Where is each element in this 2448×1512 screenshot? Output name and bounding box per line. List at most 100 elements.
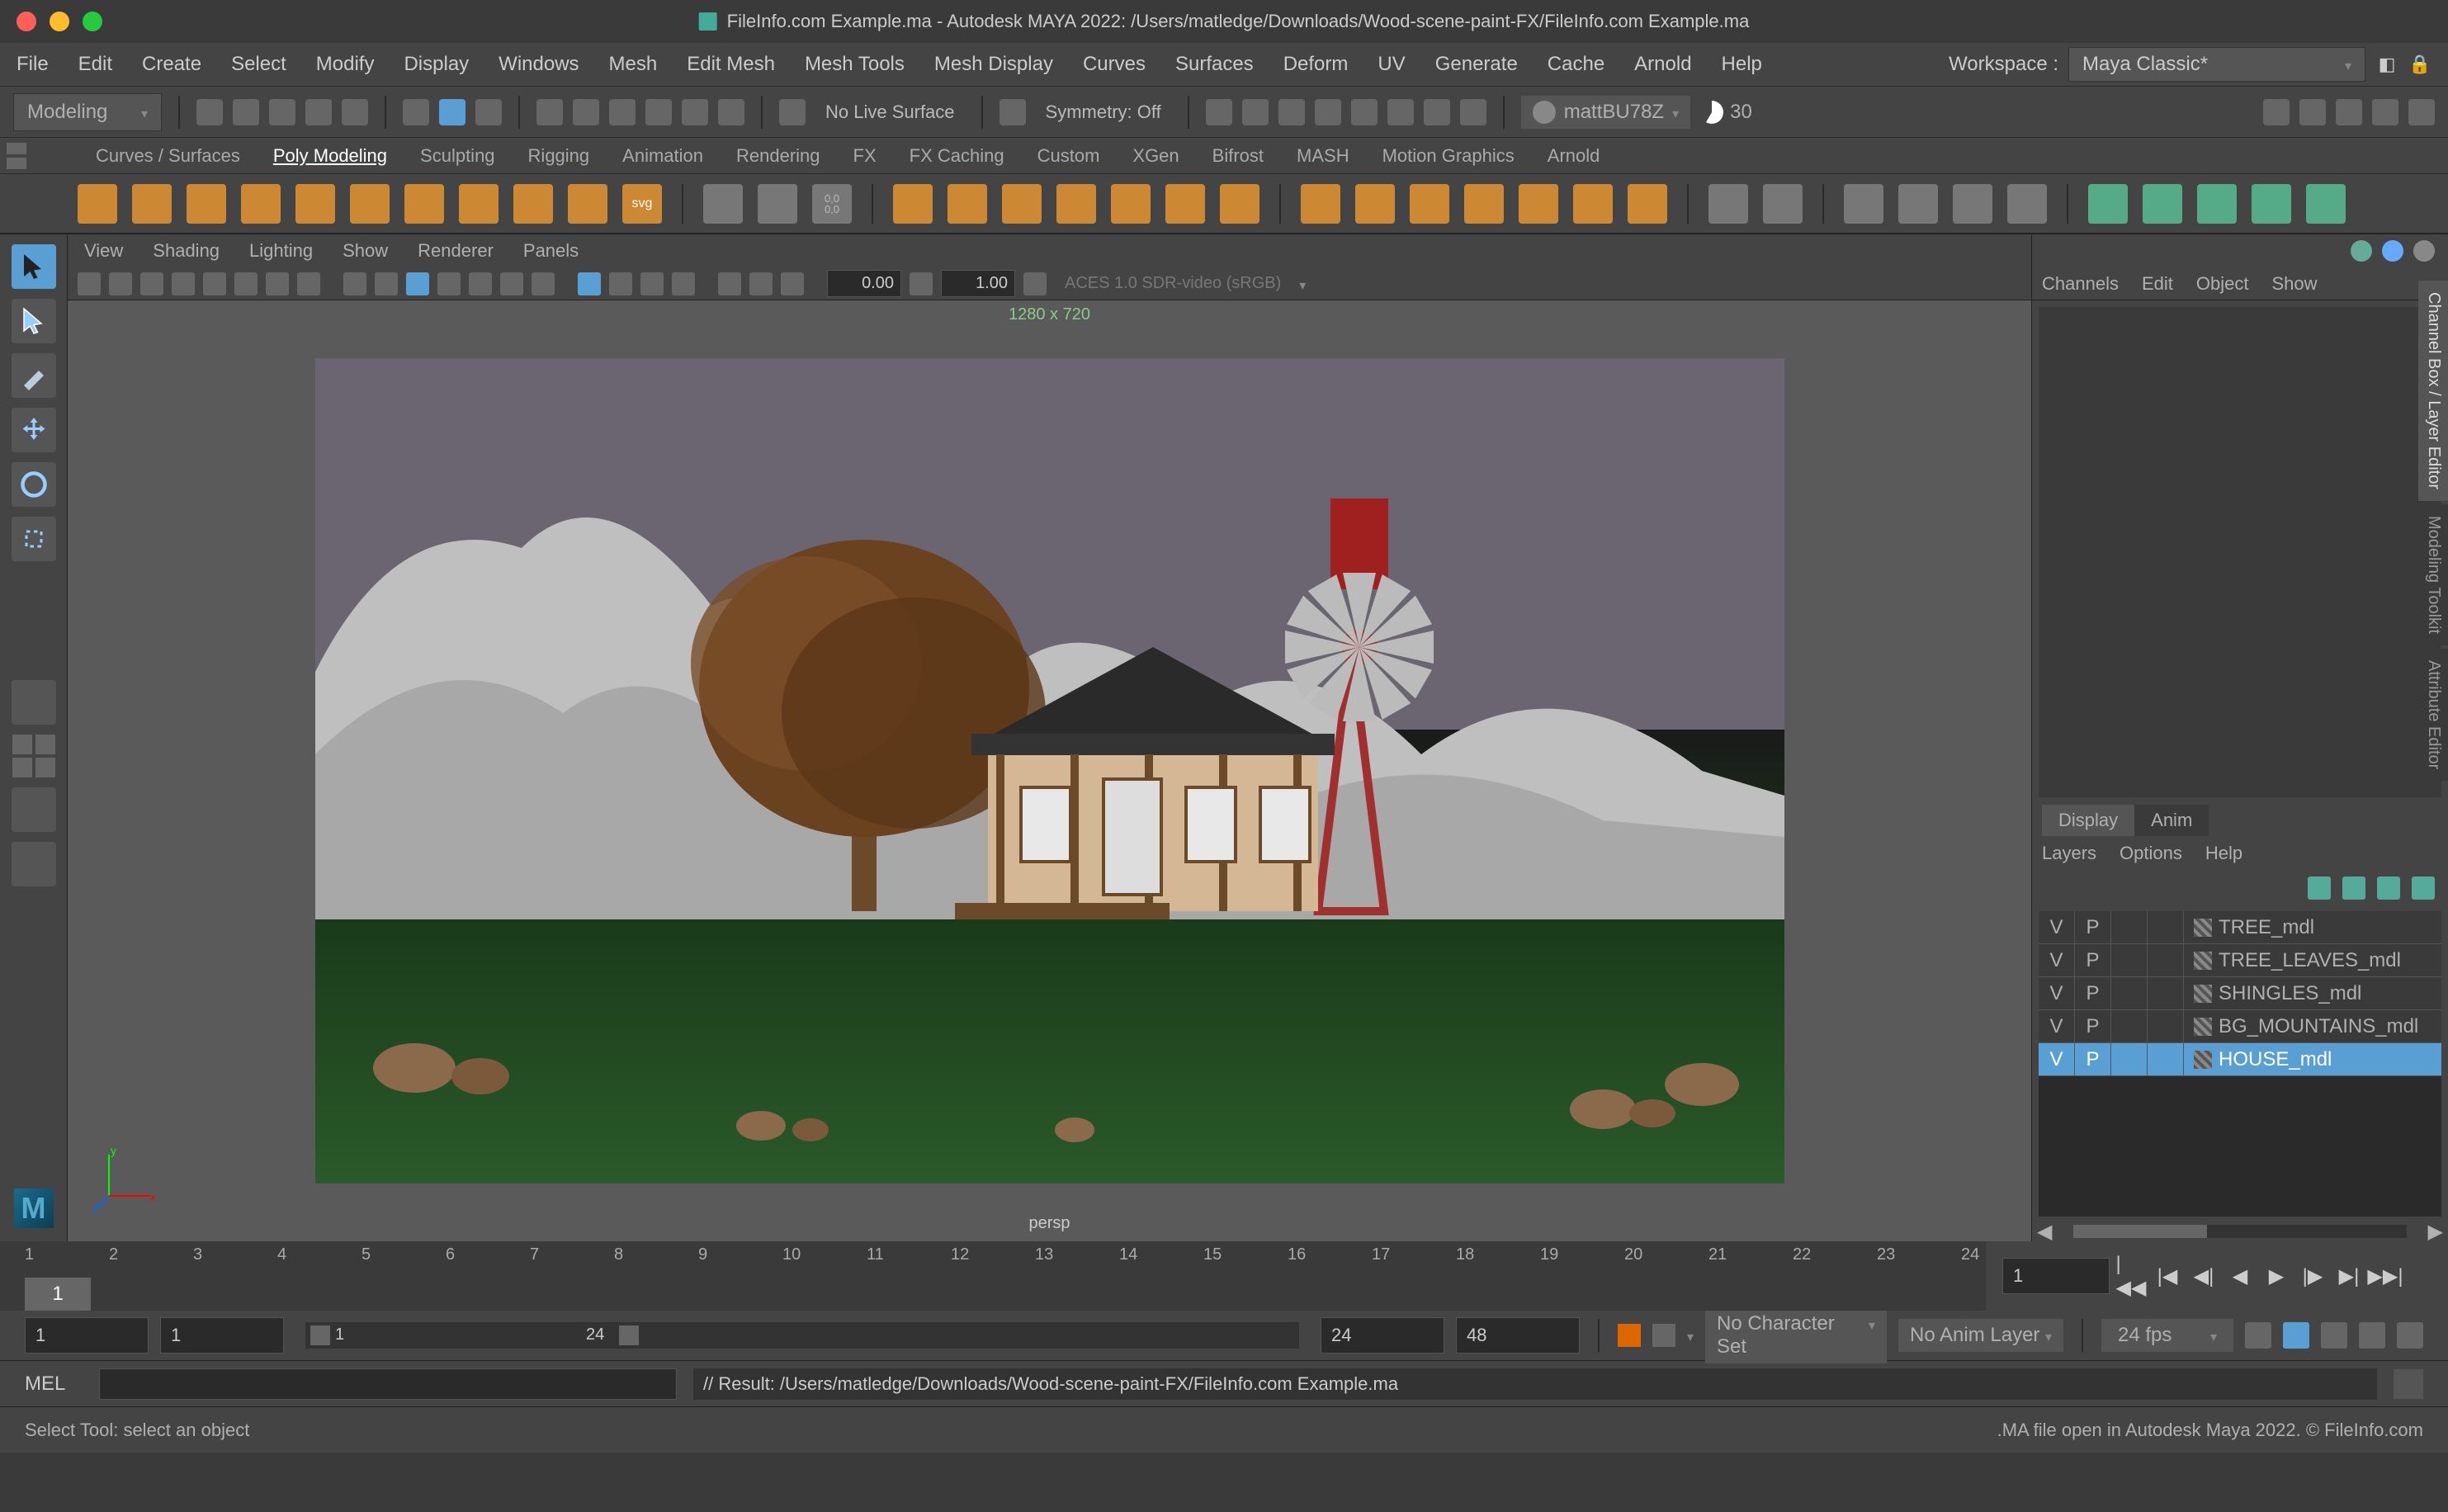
account-chip[interactable]: mattBU78Z	[1521, 96, 1690, 129]
menu-surfaces[interactable]: Surfaces	[1175, 53, 1254, 76]
render-view-icon[interactable]	[1351, 99, 1378, 125]
vp-view-transform-icon[interactable]	[781, 272, 804, 295]
combine-icon[interactable]	[893, 184, 933, 224]
poly-superellipse-icon[interactable]	[513, 184, 553, 224]
vp-wireframe-icon[interactable]	[343, 272, 366, 295]
layer-color[interactable]	[2148, 944, 2184, 976]
cached-playback-icon[interactable]	[2283, 1322, 2309, 1349]
auto-key-icon[interactable]	[1652, 1324, 1675, 1347]
loop-icon[interactable]	[2245, 1322, 2271, 1349]
bevel-icon[interactable]	[1355, 184, 1395, 224]
layer-color[interactable]	[2148, 1043, 2184, 1075]
layer-tab-display[interactable]: Display	[2042, 805, 2134, 836]
modeling-toolkit-icon[interactable]	[2263, 99, 2290, 125]
snap-view-icon[interactable]	[718, 99, 744, 125]
menu-arnold[interactable]: Arnold	[1634, 53, 1691, 76]
vp-color-mgmt-icon[interactable]	[1023, 272, 1047, 295]
paint-select-tool[interactable]	[12, 353, 56, 398]
step-forward-key-button[interactable]: ▶|	[2334, 1261, 2364, 1291]
vp-gamma-icon[interactable]	[749, 272, 773, 295]
sidebar-toggle-icon[interactable]: ◧	[2375, 53, 2398, 76]
layer-name[interactable]: TREE_mdl	[2184, 911, 2441, 943]
shelf-tab-bifrost[interactable]: Bifrost	[1212, 145, 1264, 167]
fill-hole-icon[interactable]	[1464, 184, 1504, 224]
move-layer-down-icon[interactable]	[2342, 876, 2365, 900]
soft-select-icon[interactable]	[758, 184, 797, 224]
undo-icon[interactable]	[305, 99, 332, 125]
anim-layer-dropdown[interactable]: No Anim Layer	[1898, 1319, 2063, 1352]
panel-config[interactable]	[12, 842, 56, 886]
poly-platonic-icon[interactable]	[459, 184, 499, 224]
layer-horizontal-scrollbar[interactable]: ◀ ▶	[2032, 1221, 2448, 1241]
script-editor-icon[interactable]	[2394, 1369, 2423, 1399]
vp-lights-icon[interactable]	[437, 272, 461, 295]
layer-display-type[interactable]	[2111, 1010, 2148, 1042]
snap-grid-icon[interactable]	[536, 99, 563, 125]
snap-curve-icon[interactable]	[573, 99, 599, 125]
vp-ao-icon[interactable]	[500, 272, 523, 295]
snap-plane-icon[interactable]	[645, 99, 672, 125]
target-weld-icon[interactable]	[1898, 184, 1938, 224]
last-tool[interactable]	[12, 680, 56, 725]
outliner-toggle[interactable]	[12, 787, 56, 832]
quad-draw-icon[interactable]	[2007, 184, 2047, 224]
command-input[interactable]	[99, 1368, 677, 1400]
step-back-key-button[interactable]: |◀	[2153, 1261, 2182, 1291]
delete-edge-icon[interactable]	[2306, 184, 2346, 224]
shelf-tab-custom[interactable]: Custom	[1037, 145, 1100, 167]
extrude-icon[interactable]	[1301, 184, 1340, 224]
range-slider[interactable]: 1 24	[305, 1322, 1299, 1349]
prefs-icon[interactable]	[2397, 1322, 2423, 1349]
layer-menu-layers[interactable]: Layers	[2042, 843, 2096, 864]
poly-cube-icon[interactable]	[132, 184, 172, 224]
crease-icon[interactable]	[2088, 184, 2128, 224]
vp-xray-joints-icon[interactable]	[640, 272, 664, 295]
vp-camera-select-icon[interactable]	[78, 272, 101, 295]
cb-tab-edit[interactable]: Edit	[2142, 273, 2173, 295]
maximize-window-button[interactable]	[83, 12, 102, 31]
history-icon[interactable]	[1206, 99, 1232, 125]
render-icon[interactable]	[1242, 99, 1269, 125]
layer-row-bg-mountains[interactable]: V P BG_MOUNTAINS_mdl	[2039, 1010, 2441, 1043]
vp-2d-pan-icon[interactable]	[172, 272, 195, 295]
time-ruler[interactable]: 123456789101112131415161718192021222324	[0, 1241, 1986, 1278]
sweep-mesh-icon[interactable]	[703, 184, 743, 224]
audio-icon[interactable]	[2321, 1322, 2347, 1349]
layer-playback-toggle[interactable]: P	[2075, 977, 2111, 1009]
layer-row-shingles[interactable]: V P SHINGLES_mdl	[2039, 977, 2441, 1010]
menu-windows[interactable]: Windows	[499, 53, 579, 76]
vp-clip-link-icon[interactable]	[910, 272, 933, 295]
layer-vis-toggle[interactable]: V	[2039, 1043, 2075, 1075]
layer-playback-toggle[interactable]: P	[2075, 944, 2111, 976]
scale-tool[interactable]	[12, 517, 56, 561]
cb-tab-show[interactable]: Show	[2271, 273, 2317, 295]
vp-menu-shading[interactable]: Shading	[153, 240, 220, 262]
snap-point-icon[interactable]	[609, 99, 636, 125]
layer-row-tree-leaves[interactable]: V P TREE_LEAVES_mdl	[2039, 944, 2441, 977]
menu-edit[interactable]: Edit	[78, 53, 112, 76]
vp-menu-lighting[interactable]: Lighting	[249, 240, 313, 262]
vp-grease-icon[interactable]	[203, 272, 226, 295]
bevel-edges-icon[interactable]	[2143, 184, 2182, 224]
layout-single-icon[interactable]	[12, 735, 32, 754]
new-layer-from-selected-icon[interactable]	[2412, 876, 2435, 900]
move-layer-up-icon[interactable]	[2308, 876, 2331, 900]
cb-tab-object[interactable]: Object	[2196, 273, 2249, 295]
symmetry-icon[interactable]	[1000, 99, 1026, 125]
shelf-tab-arnold[interactable]: Arnold	[1548, 145, 1600, 167]
poly-sphere-icon[interactable]	[78, 184, 117, 224]
hud-toggle-icon[interactable]	[2299, 99, 2326, 125]
layer-display-type[interactable]	[2111, 977, 2148, 1009]
reduce-icon[interactable]	[1111, 184, 1151, 224]
menu-display[interactable]: Display	[404, 53, 469, 76]
vp-grid-icon[interactable]	[672, 272, 695, 295]
playback-start-input[interactable]	[160, 1317, 284, 1354]
shelf-tab-sculpting[interactable]: Sculpting	[420, 145, 495, 167]
menu-edit-mesh[interactable]: Edit Mesh	[687, 53, 775, 76]
shelf-tab-rigging[interactable]: Rigging	[528, 145, 590, 167]
vp-shaded-icon[interactable]	[375, 272, 398, 295]
anim-start-input[interactable]	[25, 1317, 149, 1354]
menu-generate[interactable]: Generate	[1435, 53, 1518, 76]
collapse-icon[interactable]	[1573, 184, 1613, 224]
step-forward-frame-button[interactable]: |▶	[2298, 1261, 2327, 1291]
